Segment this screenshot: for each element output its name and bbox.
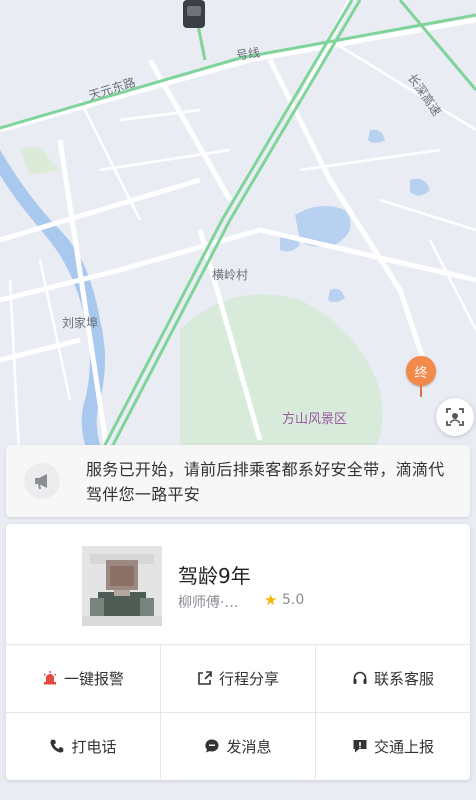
- send-message-button[interactable]: 发消息: [161, 713, 315, 779]
- map-label-district: 刘家埠: [62, 316, 99, 330]
- destination-pin[interactable]: 终: [406, 356, 436, 386]
- action-label: 行程分享: [218, 669, 279, 688]
- locate-icon: [446, 408, 464, 426]
- driver-name: 柳师傅·…: [178, 595, 239, 611]
- action-label: 交通上报: [373, 737, 434, 756]
- map-label-scenic: 方山风景区: [282, 412, 348, 427]
- notice-text: 服务已开始，请前后排乘客都系好安全带，滴滴代驾伴您一路平安: [86, 460, 445, 504]
- star-icon: ★: [264, 591, 278, 609]
- alarm-icon: [42, 670, 58, 686]
- report-icon: [352, 738, 368, 754]
- action-label: 打电话: [71, 737, 117, 756]
- emergency-alarm-button[interactable]: 一键报警: [6, 645, 160, 711]
- headset-icon: [352, 670, 368, 686]
- map-label-metro: 号线: [235, 45, 261, 63]
- locate-button[interactable]: [436, 398, 474, 436]
- driver-experience: 驾龄9年: [178, 564, 251, 588]
- megaphone-icon: [24, 463, 60, 499]
- driver-card: 驾龄9年 柳师傅·… ★ 5.0 一键报警 行程分享 联系客服 打电话 发消息 …: [6, 524, 470, 781]
- action-label: 联系客服: [373, 669, 434, 688]
- call-driver-button[interactable]: 打电话: [6, 713, 160, 779]
- contact-service-button[interactable]: 联系客服: [316, 645, 470, 711]
- driver-avatar[interactable]: [82, 546, 162, 626]
- destination-pin-stem: [420, 385, 422, 397]
- share-trip-button[interactable]: 行程分享: [161, 645, 315, 711]
- driver-car-icon: [183, 0, 205, 28]
- action-label: 发消息: [226, 737, 272, 756]
- message-icon: [204, 738, 220, 754]
- driver-rating: 5.0: [282, 592, 305, 608]
- action-grid: 一键报警 行程分享 联系客服 打电话 发消息 交通上报: [6, 644, 470, 781]
- share-icon: [197, 670, 213, 686]
- phone-icon: [49, 738, 65, 754]
- map-label-village: 横岭村: [212, 268, 249, 282]
- traffic-report-button[interactable]: 交通上报: [316, 713, 470, 779]
- service-notice: 服务已开始，请前后排乘客都系好安全带，滴滴代驾伴您一路平安: [6, 445, 470, 517]
- action-label: 一键报警: [63, 669, 124, 688]
